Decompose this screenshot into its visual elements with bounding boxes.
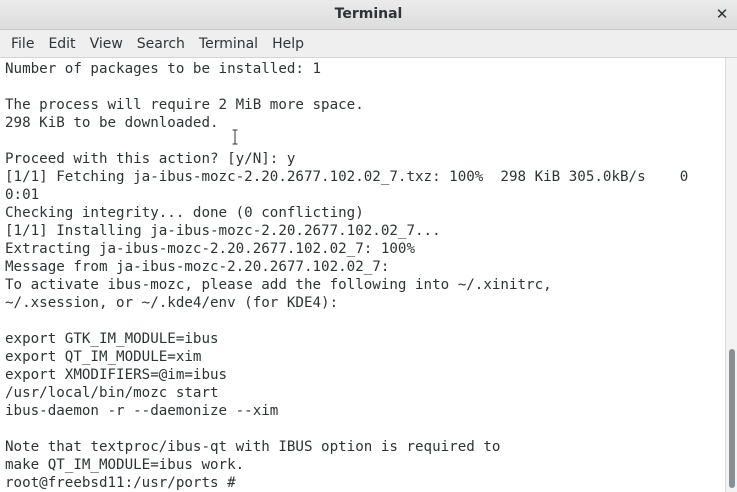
text-cursor-icon (232, 129, 238, 145)
terminal-line: export XMODIFIERS=@im=ibus (5, 367, 228, 383)
terminal-prompt[interactable]: root@freebsd11:/usr/ports # (5, 474, 244, 492)
menu-edit[interactable]: Edit (41, 30, 82, 58)
terminal-line: export GTK_IM_MODULE=ibus (5, 331, 219, 347)
terminal-line: 298 KiB to be downloaded. (5, 115, 219, 131)
terminal-window: Terminal ✕ File Edit View Search Termina… (0, 0, 737, 492)
vertical-scrollbar[interactable] (725, 58, 737, 492)
terminal-line: /usr/local/bin/mozc start (5, 385, 219, 401)
terminal-line: export QT_IM_MODULE=xim (5, 349, 202, 365)
title-bar[interactable]: Terminal ✕ (0, 0, 737, 30)
terminal-line: Checking integrity... done (0 conflictin… (5, 205, 364, 221)
menu-view[interactable]: View (83, 30, 130, 58)
terminal-line: The process will require 2 MiB more spac… (5, 97, 364, 113)
terminal-line: To activate ibus-mozc, please add the fo… (5, 277, 552, 293)
terminal-line: Note that textproc/ibus-qt with IBUS opt… (5, 439, 501, 455)
terminal-line: ~/.xsession, or ~/.kde4/env (for KDE4): (5, 295, 339, 311)
terminal-line: Proceed with this action? [y/N]: y (5, 151, 296, 167)
terminal-line: ibus-daemon -r --daemonize --xim (5, 403, 279, 419)
terminal-line: Message from ja-ibus-mozc-2.20.2677.102.… (5, 259, 390, 275)
terminal-line: [1/1] Fetching ja-ibus-mozc-2.20.2677.10… (5, 169, 689, 185)
terminal-output[interactable]: Number of packages to be installed: 1 Th… (0, 58, 725, 492)
menu-help[interactable]: Help (265, 30, 311, 58)
menu-terminal[interactable]: Terminal (192, 30, 265, 58)
close-icon[interactable]: ✕ (713, 5, 731, 23)
terminal-line: Extracting ja-ibus-mozc-2.20.2677.102.02… (5, 241, 415, 257)
menu-bar: File Edit View Search Terminal Help (0, 30, 737, 58)
terminal-line: [1/1] Installing ja-ibus-mozc-2.20.2677.… (5, 223, 441, 239)
terminal-line: make QT_IM_MODULE=ibus work. (5, 457, 245, 473)
menu-file[interactable]: File (4, 30, 41, 58)
terminal-line: 0:01 (5, 187, 40, 203)
window-title: Terminal (334, 6, 403, 22)
menu-search[interactable]: Search (130, 30, 192, 58)
scrollbar-thumb[interactable] (729, 349, 735, 488)
terminal-line: Number of packages to be installed: 1 (5, 61, 322, 77)
